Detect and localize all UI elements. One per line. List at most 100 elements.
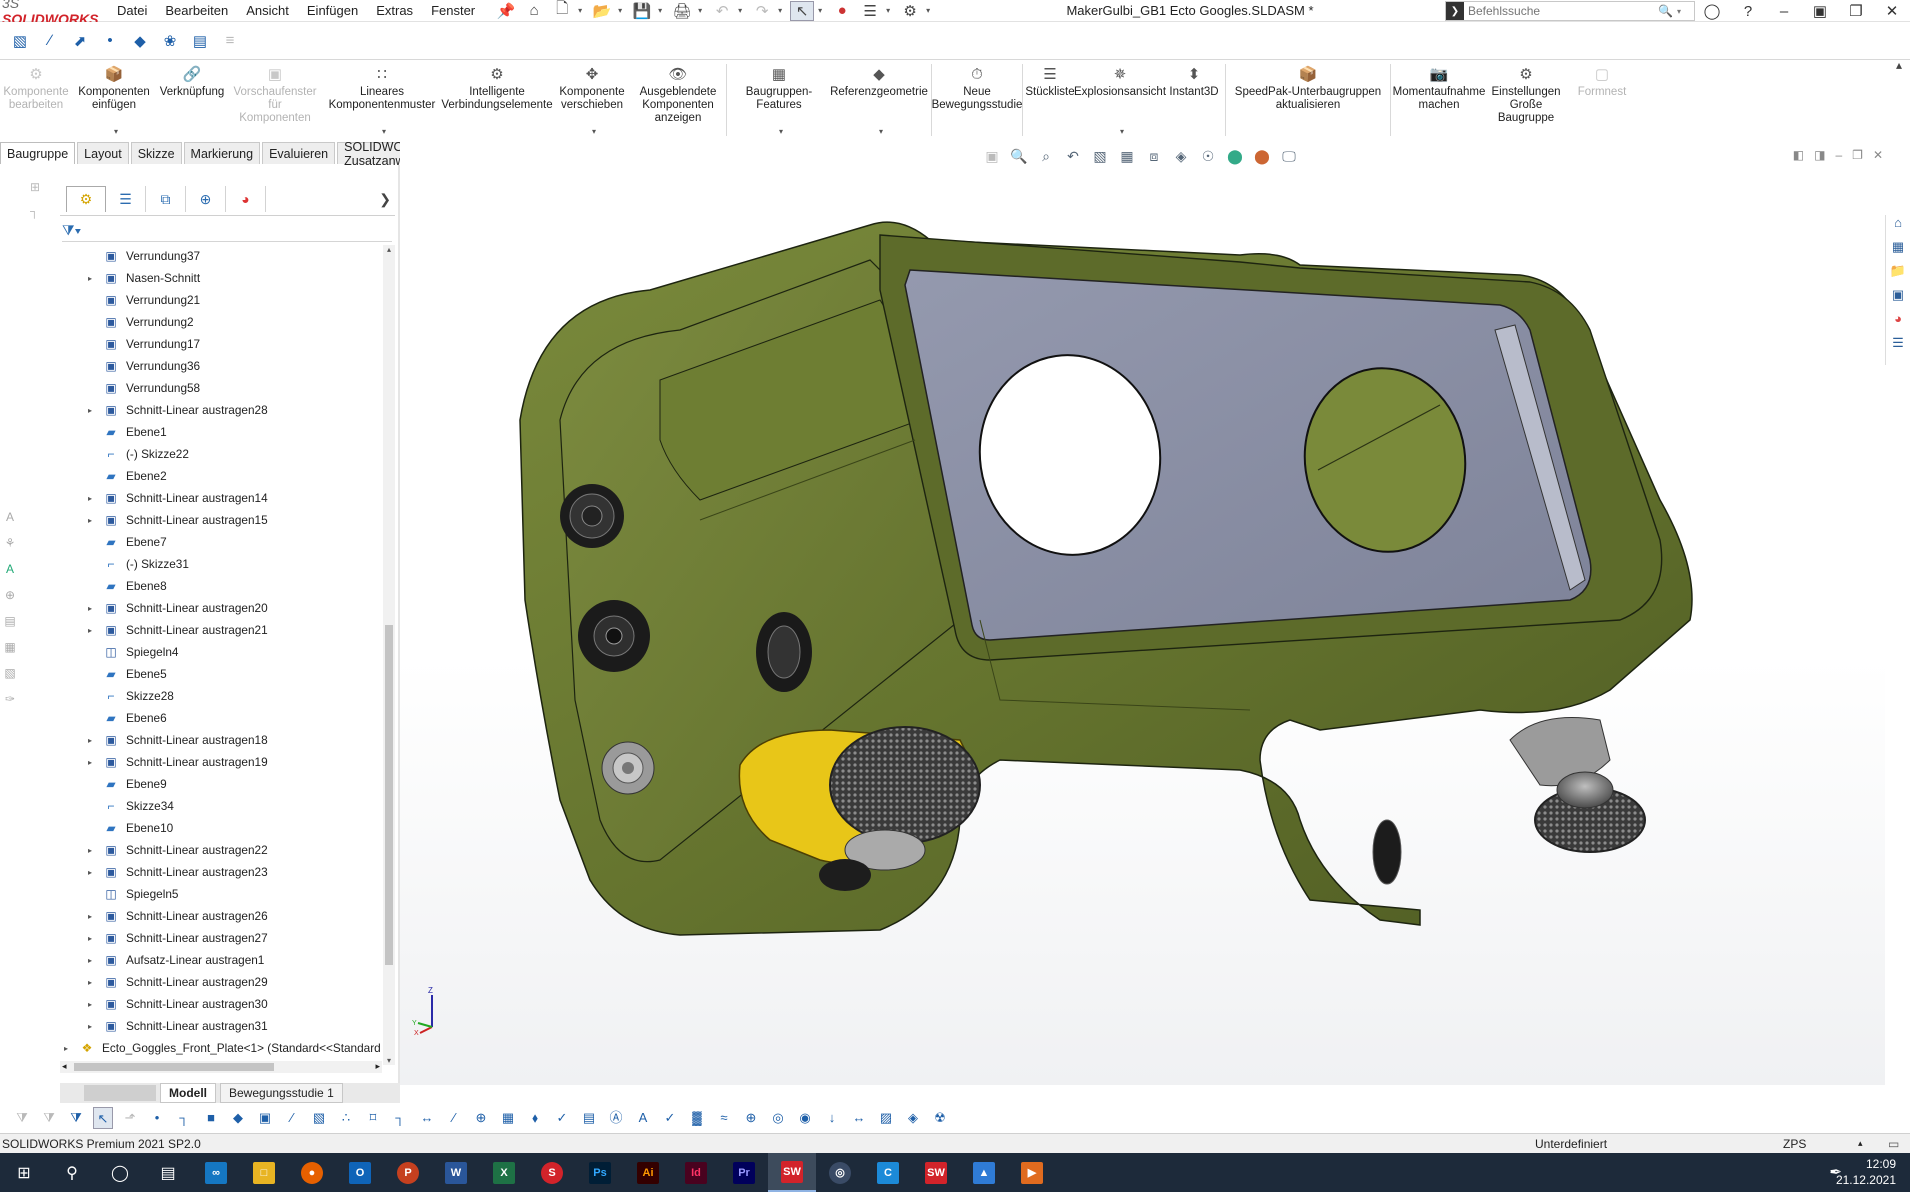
tree-item[interactable]: ⌐ (-) Skizze31 <box>60 553 382 575</box>
tree-item[interactable]: ▣ Verrundung58 <box>60 377 382 399</box>
appearances-icon[interactable]: ◕ <box>1888 311 1908 331</box>
chevron-down-icon[interactable]: ▾ <box>618 6 626 15</box>
indesign-icon[interactable]: Id <box>672 1153 720 1192</box>
tab-markierung[interactable]: Markierung <box>183 142 261 164</box>
chevron-down-icon[interactable]: ▾ <box>879 125 883 138</box>
select-cursor-icon[interactable]: ↖ <box>93 1107 113 1129</box>
tree-item[interactable]: ▸ ▣ Schnitt-Linear austragen18 <box>60 729 382 751</box>
scroll-right-icon[interactable]: ▸ <box>375 1061 380 1072</box>
options-gear-icon[interactable]: ⚙ <box>898 1 922 21</box>
tree-item[interactable]: ▰ Ebene5 <box>60 663 382 685</box>
solidworks-2021-icon[interactable]: SW <box>768 1153 816 1192</box>
datum-filter-icon[interactable]: ▤ <box>579 1107 599 1129</box>
ribbon-button-6[interactable]: ✥ Komponente verschieben ▾ <box>552 60 632 140</box>
file-properties-icon[interactable]: ☰ <box>858 1 882 21</box>
solidworks-alt-icon[interactable]: SW <box>912 1153 960 1192</box>
expand-arrow-icon[interactable]: ▸ <box>84 406 96 415</box>
segment-filter-icon[interactable]: ┐ <box>390 1107 410 1129</box>
save-icon[interactable]: 💾 <box>630 1 654 21</box>
tab-layout[interactable]: Layout <box>77 142 129 164</box>
expand-arrow-icon[interactable]: ▸ <box>84 274 96 283</box>
ribbon-button-17[interactable]: ▢ Formnest <box>1567 60 1637 140</box>
sensor-filter-icon[interactable]: ☢ <box>930 1107 950 1129</box>
mate-filter-icon[interactable]: ◈ <box>903 1107 923 1129</box>
chevron-down-icon[interactable]: ▾ <box>886 6 894 15</box>
hatch-filter-icon[interactable]: ▓ <box>687 1107 707 1129</box>
scroll-up-icon[interactable]: ▴ <box>383 245 395 254</box>
custom-properties-icon[interactable]: ☰ <box>1888 335 1908 355</box>
route-point-icon[interactable]: ▨ <box>876 1107 896 1129</box>
annotation-icon[interactable]: ▦ <box>2 640 18 660</box>
tree-item[interactable]: ▸ ▣ Schnitt-Linear austragen21 <box>60 619 382 641</box>
tag-filter-icon[interactable]: ⬧ <box>525 1107 545 1129</box>
annotation-icon[interactable]: ▧ <box>2 666 18 686</box>
app-orange-icon[interactable]: ▶ <box>1008 1153 1056 1192</box>
scroll-down-icon[interactable]: ▾ <box>383 1056 395 1065</box>
tree-item[interactable]: ▣ Verrundung37 <box>60 245 382 267</box>
annotation-filter-icon[interactable]: A <box>633 1107 653 1129</box>
premiere-icon[interactable]: Pr <box>720 1153 768 1192</box>
ribbon-button-10[interactable]: ⏱ Neue Bewegungsstudie <box>932 60 1023 140</box>
face-filter-icon[interactable]: ■ <box>201 1107 221 1129</box>
home-icon[interactable]: ⌂ <box>1888 215 1908 235</box>
expand-arrow-icon[interactable]: ▸ <box>84 1022 96 1031</box>
tab-skizze[interactable]: Skizze <box>130 142 182 164</box>
rebuild-icon[interactable]: ● <box>830 1 854 21</box>
home-icon[interactable]: ⌂ <box>522 1 546 21</box>
tree-item[interactable]: ▰ Ebene10 <box>60 817 382 839</box>
expand-arrow-icon[interactable]: ▸ <box>84 736 96 745</box>
firefox-icon[interactable]: ● <box>288 1153 336 1192</box>
mate-icon[interactable]: ◆ <box>128 29 152 53</box>
connection-point-icon[interactable]: ↔ <box>849 1107 869 1129</box>
ribbon-button-9[interactable]: ◆ Referenzgeometrie ▾ <box>829 60 929 140</box>
chevron-down-icon[interactable]: ▾ <box>1677 7 1681 16</box>
expand-arrow-icon[interactable]: ▸ <box>84 604 96 613</box>
print-icon[interactable]: 🖨 <box>670 1 694 21</box>
menu-bearbeiten[interactable]: Bearbeiten <box>156 3 237 18</box>
tree-item[interactable]: ▣ Verrundung2 <box>60 311 382 333</box>
tree-item[interactable]: ▸ ▣ Schnitt-Linear austragen30 <box>60 993 382 1015</box>
goggles-3d-model[interactable] <box>400 140 1885 1085</box>
expand-arrow-icon[interactable]: ▸ <box>84 868 96 877</box>
expand-arrow-icon[interactable]: ▸ <box>60 1044 72 1053</box>
tree-item[interactable]: ▣ Verrundung36 <box>60 355 382 377</box>
tree-item[interactable]: ▸ ▣ Schnitt-Linear austragen29 <box>60 971 382 993</box>
tree-item[interactable]: ▸ ▣ Schnitt-Linear austragen27 <box>60 927 382 949</box>
ribbon-button-15[interactable]: 📷 Momentaufnahme machen <box>1393 60 1486 140</box>
filter-icon[interactable]: ⧩▾ <box>62 222 81 239</box>
ribbon-button-5[interactable]: ⚙ Intelligente Verbindungselemente <box>441 60 552 140</box>
tree-item[interactable]: ⌐ Skizze34 <box>60 795 382 817</box>
tree-item[interactable]: ▸ ▣ Schnitt-Linear austragen26 <box>60 905 382 927</box>
ribbon-button-8[interactable]: ▦ Baugruppen-Features ▾ <box>729 60 829 140</box>
tree-item[interactable]: ▰ Ebene7 <box>60 531 382 553</box>
plane-filter-icon[interactable]: ▧ <box>309 1107 329 1129</box>
expand-arrow-icon[interactable]: ▸ <box>84 846 96 855</box>
tree-item[interactable]: ⌐ Skizze28 <box>60 685 382 707</box>
tree-part-item[interactable]: ▸ ❖ Ecto_Goggles_Front_Plate<1> (Standard<… <box>60 1037 382 1055</box>
tree-item[interactable]: ▸ ▣ Schnitt-Linear austragen19 <box>60 751 382 773</box>
filter-all-icon[interactable]: ⧩ <box>66 1107 86 1129</box>
block-filter-icon[interactable]: ↓ <box>822 1107 842 1129</box>
chevron-down-icon[interactable]: ▾ <box>592 125 596 138</box>
pattern-icon[interactable]: ≡ <box>218 29 242 53</box>
property-manager-icon[interactable]: ☰ <box>106 186 146 212</box>
select-cursor-icon[interactable]: ↖ <box>790 0 815 21</box>
solid-filter-icon[interactable]: ▣ <box>255 1107 275 1129</box>
configuration-manager-icon[interactable]: ⧉ <box>146 186 186 212</box>
menu-extras[interactable]: Extras <box>367 3 422 18</box>
system-clock[interactable]: 12:09 21.12.2021 <box>1836 1156 1896 1188</box>
search-icon[interactable]: 🔍 <box>1658 4 1673 18</box>
tree-item[interactable]: ▰ Ebene8 <box>60 575 382 597</box>
tree-item[interactable]: ▰ Ebene6 <box>60 707 382 729</box>
word-icon[interactable]: W <box>432 1153 480 1192</box>
ribbon-button-7[interactable]: 👁 Ausgeblendete Komponenten anzeigen <box>632 60 724 140</box>
point-icon[interactable]: • <box>98 29 122 53</box>
featuremanager-tree-icon[interactable]: ⚙ <box>66 186 106 212</box>
tab-baugruppe[interactable]: Baugruppe <box>0 142 76 164</box>
chevron-down-icon[interactable]: ▾ <box>578 6 586 15</box>
c-app-icon[interactable]: C <box>864 1153 912 1192</box>
expand-arrow-icon[interactable]: ▸ <box>84 494 96 503</box>
minimize-icon[interactable]: – <box>1766 3 1802 20</box>
ribbon-button-12[interactable]: ✵ Explosionsansicht ▾ <box>1074 60 1166 140</box>
menu-einfuegen[interactable]: Einfügen <box>298 3 367 18</box>
